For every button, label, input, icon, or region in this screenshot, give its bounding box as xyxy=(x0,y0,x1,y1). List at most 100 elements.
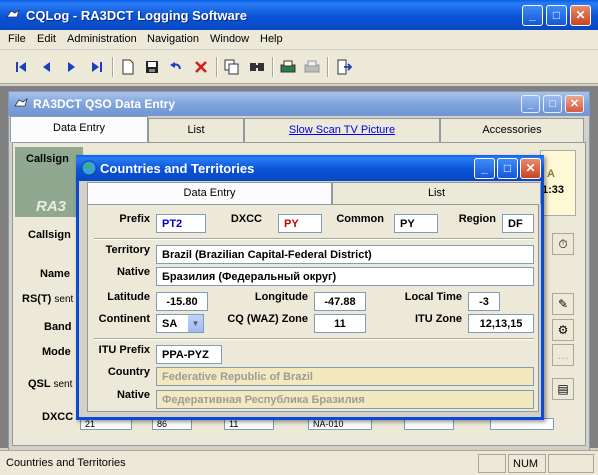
chevron-down-icon[interactable]: ▼ xyxy=(188,315,203,332)
edit-note-icon[interactable]: ✎ xyxy=(552,293,574,315)
country-field: Federative Republic of Brazil xyxy=(156,367,534,386)
itu-zone-label: ITU Zone xyxy=(414,313,462,325)
menu-administration[interactable]: Administration xyxy=(67,33,137,45)
callsign-label-2: Callsign xyxy=(28,229,71,241)
find-icon[interactable] xyxy=(246,56,268,78)
undo-icon[interactable] xyxy=(165,56,187,78)
more-button[interactable]: … xyxy=(552,344,574,366)
close-button[interactable]: ✕ xyxy=(570,5,591,26)
territory-label: Territory xyxy=(105,244,150,256)
territory-field[interactable]: Brazil (Brazilian Capital-Federal Distri… xyxy=(156,245,534,264)
watermark-text: RA3 xyxy=(36,198,67,215)
prefix-field[interactable]: PT2 xyxy=(156,214,206,233)
dialog-minimize-button[interactable]: _ xyxy=(474,158,495,179)
qsl-card-icon[interactable]: ▤ xyxy=(552,378,574,400)
mode-label: Mode xyxy=(42,346,71,358)
info-letter: A xyxy=(547,168,555,180)
longitude-label: Longitude xyxy=(254,291,308,303)
menu-navigation[interactable]: Navigation xyxy=(147,33,199,45)
next-record-icon[interactable] xyxy=(60,56,82,78)
user-config-icon[interactable]: ⚙ xyxy=(552,319,574,341)
status-text: Countries and Territories xyxy=(6,457,126,469)
status-pane-right xyxy=(548,454,594,473)
continent-label: Continent xyxy=(98,313,150,325)
qso-minimize-button[interactable]: _ xyxy=(521,95,540,113)
qsl-label: QSL sent xyxy=(28,378,73,390)
app-icon xyxy=(6,8,20,18)
delete-icon[interactable] xyxy=(190,56,212,78)
minimize-button[interactable]: _ xyxy=(522,5,543,26)
cq-zone-label: CQ (WAZ) Zone xyxy=(227,313,308,325)
countries-dialog: Countries and Territories _ □ ✕ Data Ent… xyxy=(76,155,544,420)
qso-maximize-button[interactable]: □ xyxy=(543,95,562,113)
qso-window-title-bar: RA3DCT QSO Data Entry _ □ ✕ xyxy=(9,92,589,116)
dxcc-label: DXCC xyxy=(230,213,262,225)
maximize-button[interactable]: □ xyxy=(546,5,567,26)
menu-help[interactable]: Help xyxy=(260,33,283,45)
menu-bar: File Edit Administration Navigation Wind… xyxy=(0,30,598,49)
dxcc-field[interactable]: PY xyxy=(278,214,322,233)
native-field[interactable]: Бразилия (Федеральный округ) xyxy=(156,267,534,286)
region-label: Region xyxy=(458,213,496,225)
dialog-data-panel: Prefix PT2 DXCC PY Common PY Region DF T… xyxy=(87,204,539,412)
common-field[interactable]: PY xyxy=(394,214,438,233)
menu-edit[interactable]: Edit xyxy=(37,33,56,45)
longitude-field[interactable]: -47.88 xyxy=(314,292,366,311)
qso-window-title: RA3DCT QSO Data Entry xyxy=(33,97,176,111)
copy-icon[interactable] xyxy=(221,56,243,78)
tab-accessories[interactable]: Accessories xyxy=(440,118,584,142)
info-time: 1:33 xyxy=(542,184,565,196)
latitude-field[interactable]: -15.80 xyxy=(156,292,208,311)
app-title-bar: CQLog - RA3DCT Logging Software _ □ ✕ xyxy=(0,0,598,30)
print-icon[interactable] xyxy=(301,56,323,78)
prefix-label: Prefix xyxy=(119,213,150,225)
print-setup-icon[interactable] xyxy=(277,56,299,78)
exit-icon[interactable] xyxy=(333,56,355,78)
save-icon[interactable] xyxy=(141,56,163,78)
itu-prefix-label: ITU Prefix xyxy=(98,344,150,356)
country-native-field: Федеративная Республика Бразилия xyxy=(156,390,534,409)
native-label: Native xyxy=(116,266,150,278)
countries-dialog-title: Countries and Territories xyxy=(100,161,255,176)
tab-data-entry[interactable]: Data Entry xyxy=(10,116,148,142)
countries-dialog-title-bar: Countries and Territories _ □ ✕ xyxy=(76,155,544,181)
dialog-maximize-button[interactable]: □ xyxy=(497,158,518,179)
num-lock-indicator: NUM xyxy=(508,454,546,473)
last-record-icon[interactable] xyxy=(86,56,108,78)
dialog-tab-data-entry[interactable]: Data Entry xyxy=(87,182,332,204)
region-field[interactable]: DF xyxy=(502,214,534,233)
local-time-field[interactable]: -3 xyxy=(468,292,500,311)
common-label: Common xyxy=(336,213,384,225)
tab-slow-scan-tv[interactable]: Slow Scan TV Picture xyxy=(244,118,440,142)
dialog-tab-list[interactable]: List xyxy=(332,182,541,204)
menu-window[interactable]: Window xyxy=(210,33,249,45)
country-native-label: Native xyxy=(116,389,150,401)
prev-record-icon[interactable] xyxy=(36,56,58,78)
qso-tab-strip: Data Entry List Slow Scan TV Picture Acc… xyxy=(8,116,590,142)
tab-list[interactable]: List xyxy=(148,118,244,142)
dialog-tab-strip: Data Entry List xyxy=(87,182,541,204)
status-bar: Countries and Territories NUM xyxy=(0,450,598,475)
status-pane-empty xyxy=(478,454,506,473)
latitude-label: Latitude xyxy=(107,291,150,303)
first-record-icon[interactable] xyxy=(10,56,32,78)
new-icon[interactable] xyxy=(117,56,139,78)
itu-prefix-field[interactable]: PPA-PYZ xyxy=(156,345,222,364)
globe-icon xyxy=(81,160,97,176)
rst-label: RS(T) sent xyxy=(22,293,74,305)
menu-file[interactable]: File xyxy=(8,33,26,45)
itu-zone-field[interactable]: 12,13,15 xyxy=(468,314,534,333)
local-time-label: Local Time xyxy=(404,291,462,303)
cq-zone-field[interactable]: 11 xyxy=(314,314,366,333)
app-title: CQLog - RA3DCT Logging Software xyxy=(26,8,247,23)
toolbar xyxy=(0,50,598,84)
continent-value: SA xyxy=(162,318,178,330)
stopwatch-icon[interactable]: ⏱ xyxy=(552,233,574,255)
qso-window-icon xyxy=(14,97,28,107)
dxcc-label: DXCC xyxy=(42,411,74,423)
name-label: Name xyxy=(40,268,70,280)
continent-select[interactable]: SA ▼ xyxy=(156,314,204,333)
dialog-close-button[interactable]: ✕ xyxy=(520,158,541,179)
info-panel xyxy=(540,150,576,216)
qso-close-button[interactable]: ✕ xyxy=(565,95,584,113)
